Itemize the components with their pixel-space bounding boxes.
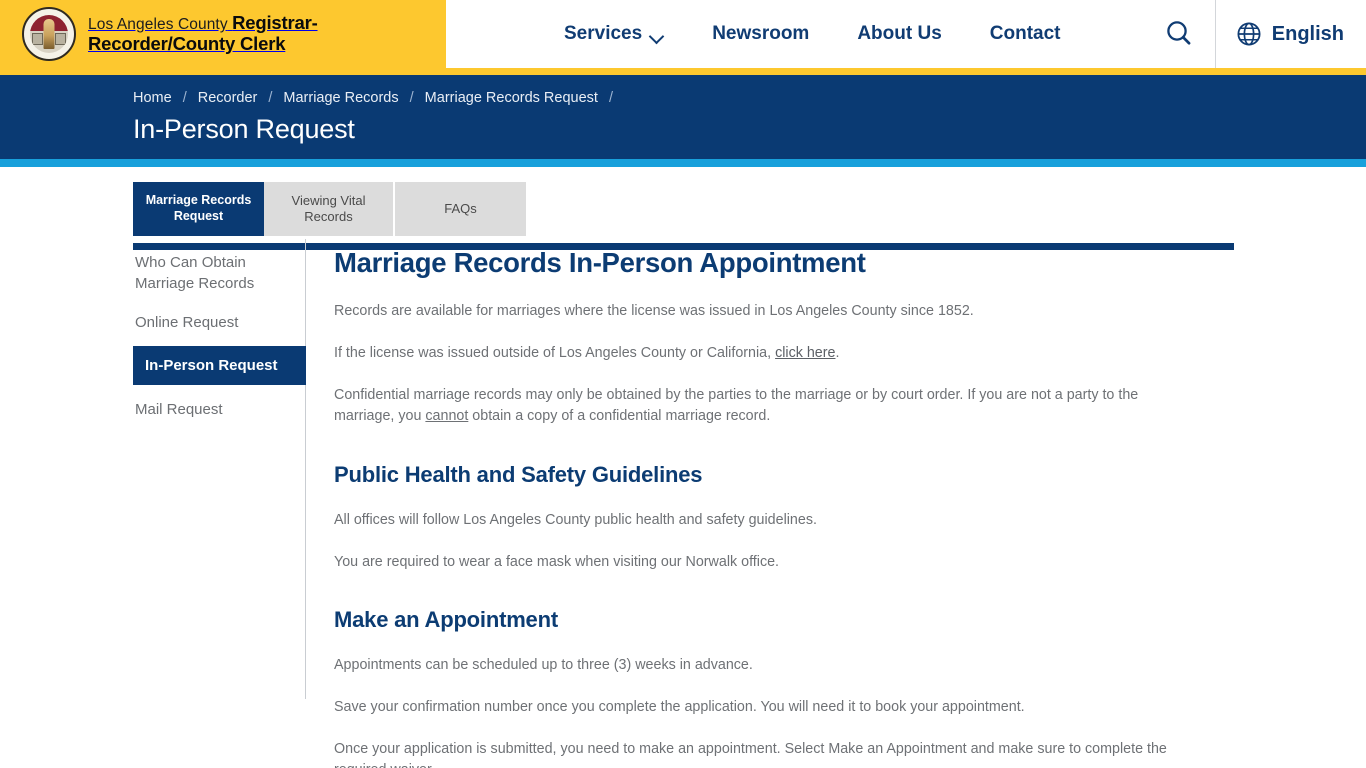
sidebar-item-online-request[interactable]: Online Request bbox=[133, 308, 305, 337]
tab-bar: Marriage Records Request Viewing Vital R… bbox=[0, 167, 1366, 239]
paragraph-records-available: Records are available for marriages wher… bbox=[334, 303, 974, 319]
paragraph-three-weeks: Appointments can be scheduled up to thre… bbox=[334, 656, 753, 673]
cannot-emphasis: cannot bbox=[425, 408, 469, 425]
breadcrumb-item-marriage-records[interactable]: Marriage Records bbox=[283, 90, 398, 106]
paragraph-confidential-text-after: obtain a copy of a confidential marriage… bbox=[468, 408, 771, 425]
sidebar-item-mail-request[interactable]: Mail Request bbox=[133, 395, 305, 424]
breadcrumb-item-marriage-records-request[interactable]: Marriage Records Request bbox=[425, 90, 598, 106]
paragraph-outside-county: If the license was issued outside of Los… bbox=[334, 343, 1200, 364]
paragraph-outside-county-text-after: . bbox=[835, 345, 840, 362]
globe-icon bbox=[1237, 22, 1261, 46]
tab-viewing-vital-records[interactable]: Viewing Vital Records bbox=[264, 182, 395, 236]
nav-item-contact[interactable]: Contact bbox=[966, 23, 1085, 45]
section-title-make-appointment: Make an Appointment bbox=[334, 606, 558, 632]
page-header-band: Home / Recorder / Marriage Records / Mar… bbox=[0, 75, 1366, 167]
breadcrumb-separator: / bbox=[268, 90, 273, 106]
paragraph-submit-application: Once your application is submitted, you … bbox=[334, 741, 1167, 768]
tab-marriage-records-request[interactable]: Marriage Records Request bbox=[133, 182, 264, 236]
main-article: Marriage Records In-Person Appointment R… bbox=[334, 239, 1214, 768]
paragraph-confidential-records: Confidential marriage records may only b… bbox=[334, 385, 1200, 427]
nav-item-newsroom[interactable]: Newsroom bbox=[688, 23, 833, 45]
language-label: English bbox=[1271, 22, 1344, 45]
breadcrumb-item-recorder[interactable]: Recorder bbox=[198, 90, 258, 106]
search-icon bbox=[1167, 21, 1191, 45]
paragraph-offices-guidelines: All offices will follow Los Angeles Coun… bbox=[334, 511, 817, 528]
chevron-down-icon bbox=[651, 31, 664, 39]
primary-navigation: Services Newsroom About Us Contact bbox=[540, 0, 1085, 68]
language-selector-button[interactable]: English bbox=[1216, 0, 1366, 68]
nav-label-about-us: About Us bbox=[857, 23, 942, 44]
header-yellow-strip bbox=[0, 68, 1366, 75]
sidebar-item-who-can-obtain-marriage-records[interactable]: Who Can Obtain Marriage Records bbox=[133, 248, 305, 299]
breadcrumb-item-home[interactable]: Home bbox=[133, 90, 172, 106]
breadcrumb-separator: / bbox=[182, 90, 187, 106]
search-button[interactable] bbox=[1143, 0, 1215, 68]
band-accent-strip bbox=[0, 159, 1366, 167]
nav-item-services[interactable]: Services bbox=[540, 23, 688, 45]
breadcrumb: Home / Recorder / Marriage Records / Mar… bbox=[133, 75, 624, 106]
header-tools: English bbox=[1143, 0, 1366, 68]
paragraph-confirmation-number: Save your confirmation number once you c… bbox=[334, 699, 1025, 716]
nav-label-contact: Contact bbox=[989, 23, 1061, 44]
click-here-link[interactable]: click here bbox=[775, 345, 835, 361]
org-name-line1: Los Angeles County bbox=[88, 16, 228, 34]
nav-label-services: Services bbox=[564, 23, 643, 44]
paragraph-outside-county-text-before: If the license was issued outside of Los… bbox=[334, 345, 776, 362]
site-logo-link[interactable]: Los Angeles County Registrar-Recorder/Co… bbox=[0, 0, 446, 68]
sidebar-item-in-person-request[interactable]: In-Person Request bbox=[133, 345, 306, 386]
article-title: Marriage Records In-Person Appointment bbox=[334, 247, 866, 278]
tab-faqs[interactable]: FAQs bbox=[395, 182, 526, 236]
breadcrumb-separator-trailing: / bbox=[608, 90, 613, 106]
county-seal-icon bbox=[22, 7, 76, 61]
section-title-public-health: Public Health and Safety Guidelines bbox=[334, 461, 703, 487]
nav-item-about-us[interactable]: About Us bbox=[833, 23, 965, 45]
site-header: Los Angeles County Registrar-Recorder/Co… bbox=[0, 0, 1366, 75]
nav-label-newsroom: Newsroom bbox=[712, 23, 810, 44]
paragraph-face-mask: You are required to wear a face mask whe… bbox=[334, 553, 780, 570]
section-sidebar: Who Can Obtain Marriage Records Online R… bbox=[133, 239, 306, 699]
page-title: In-Person Request bbox=[133, 114, 355, 144]
breadcrumb-separator: / bbox=[409, 90, 414, 106]
